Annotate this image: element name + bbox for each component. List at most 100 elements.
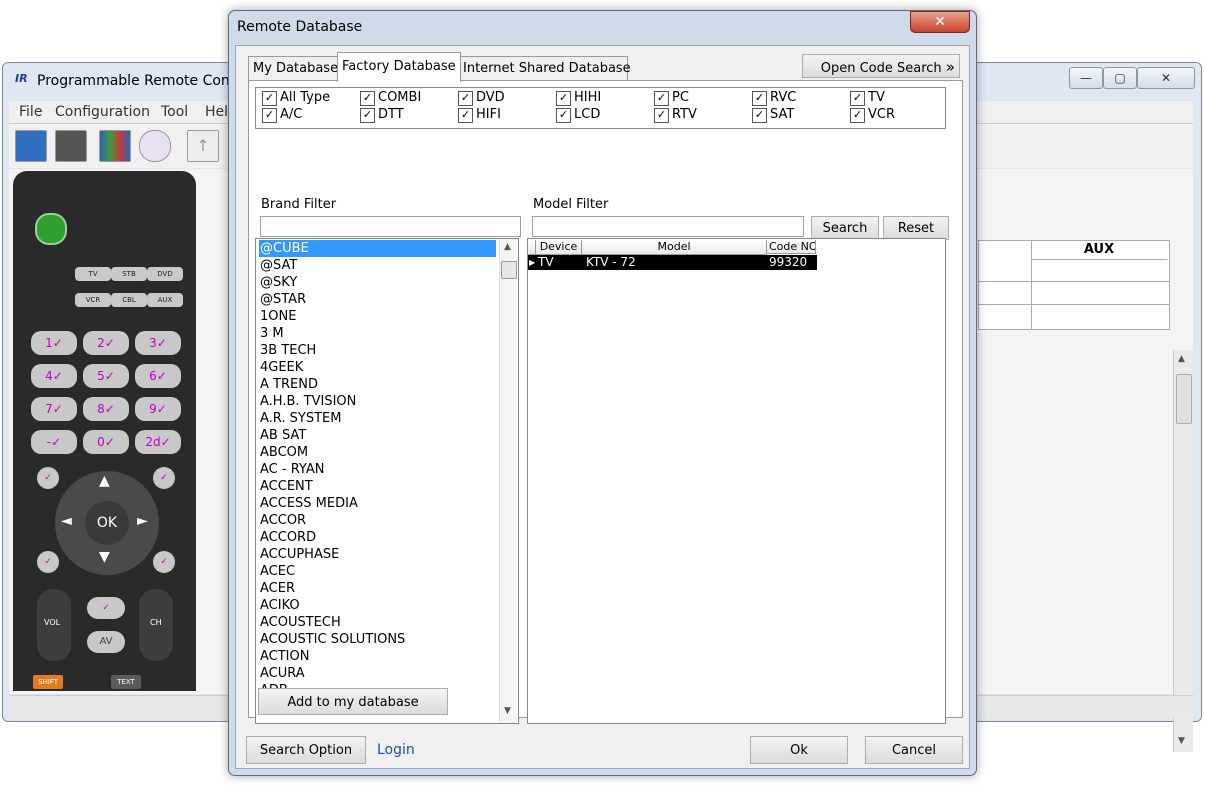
remote-dvd-button[interactable]: DVD [147,267,183,281]
column-header-code[interactable]: Code NO [767,240,816,254]
remote-vcr-button[interactable]: VCR [75,293,111,307]
remote-key-0[interactable]: 0✓ [83,430,129,454]
remote-key-2[interactable]: 2✓ [83,331,129,355]
minimize-button[interactable]: — [1069,67,1103,89]
brand-list-item[interactable]: @SAT [259,257,496,274]
books-icon[interactable] [99,130,131,162]
remote-aux-button[interactable]: AUX [147,293,183,307]
brand-list-item[interactable]: ACEC [259,563,496,580]
remote-round-left-bottom[interactable]: ✓ [37,551,59,573]
remote-key-6[interactable]: 6✓ [135,364,181,388]
remote-key-dash[interactable]: -✓ [31,430,77,454]
brand-list-item[interactable]: ACCOR [259,512,496,529]
scroll-up-icon[interactable]: ▲ [1178,354,1185,364]
brand-list-item[interactable]: @STAR [259,291,496,308]
checkbox-rtv[interactable]: ✓ [654,108,669,123]
checkbox-hifi[interactable]: ✓ [458,108,473,123]
brand-list-item[interactable]: A.H.B. TVISION [259,393,496,410]
cell-device[interactable]: TV [536,255,582,270]
checkbox-dvd[interactable]: ✓ [458,91,473,106]
remote-stb-button[interactable]: STB [111,267,147,281]
cancel-button[interactable]: Cancel [865,736,963,764]
power-icon[interactable] [35,213,67,245]
column-header-device[interactable]: Device [536,240,582,255]
remote-tv-button[interactable]: TV [75,267,111,281]
checkbox-sat[interactable]: ✓ [752,108,767,123]
checkbox-combi[interactable]: ✓ [360,91,375,106]
text-button[interactable]: TEXT [111,675,141,689]
remote-key-3[interactable]: 3✓ [135,331,181,355]
login-link[interactable]: Login [377,742,415,758]
ok-button[interactable]: OK [85,501,129,545]
checkbox-rvc[interactable]: ✓ [752,91,767,106]
scroll-down-icon[interactable]: ▼ [1178,736,1185,746]
brand-list-item[interactable]: ACOUSTECH [259,614,496,631]
remote-key-5[interactable]: 5✓ [83,364,129,388]
scroll-up-icon[interactable]: ▲ [504,242,511,252]
brand-list-item[interactable]: @SKY [259,274,496,291]
menu-help[interactable]: Hel [205,104,228,120]
brand-list-item[interactable]: ACCESS MEDIA [259,495,496,512]
dpad-up-icon[interactable]: ▲ [99,473,110,489]
column-header-model[interactable]: Model [582,240,767,255]
checkbox-vcr[interactable]: ✓ [850,108,865,123]
background-scrollbar[interactable]: ▲ ▼ [1173,350,1193,752]
remote-round-left-top[interactable]: ✓ [37,467,59,489]
cell-model[interactable]: KTV - 72 [582,255,767,270]
brand-list-item[interactable]: ACTION [259,648,496,665]
brand-list-item[interactable]: ACCENT [259,478,496,495]
brand-list-item[interactable]: ACURA [259,665,496,682]
scroll-thumb[interactable] [1176,374,1192,424]
brand-list-item[interactable]: 4GEEK [259,359,496,376]
brand-list-item[interactable]: ACIKO [259,597,496,614]
brand-list-item[interactable]: ACCORD [259,529,496,546]
brand-list-item[interactable]: @CUBE [259,240,496,257]
tab-factory-database[interactable]: Factory Database [337,52,461,82]
scroll-thumb[interactable] [501,261,517,279]
checkbox-all-type[interactable]: ✓ [262,91,277,106]
brand-filter-input[interactable] [260,216,521,237]
brand-list-item[interactable]: A TREND [259,376,496,393]
checkbox-tv[interactable]: ✓ [850,91,865,106]
checkbox-pc[interactable]: ✓ [654,91,669,106]
checkbox-lcd[interactable]: ✓ [556,108,571,123]
maximize-button[interactable]: ▢ [1103,67,1137,89]
close-button[interactable]: ✕ [1137,67,1195,89]
dpad-down-icon[interactable]: ▼ [99,549,110,565]
remote-key-2d[interactable]: 2d✓ [135,430,181,454]
arrow-up-icon[interactable]: ↑ [187,130,219,162]
brand-list-item[interactable]: ABCOM [259,444,496,461]
checkbox-dtt[interactable]: ✓ [360,108,375,123]
tab-my-database[interactable]: My Database [248,56,342,81]
remote-key-8[interactable]: 8✓ [83,397,129,421]
brand-list-item[interactable]: ACOUSTIC SOLUTIONS [259,631,496,648]
menu-file[interactable]: File [19,104,42,120]
reset-button[interactable]: Reset [883,216,949,240]
remote-key-1[interactable]: 1✓ [31,331,77,355]
add-to-my-database-button[interactable]: Add to my database [258,688,448,715]
remote-cbl-button[interactable]: CBL [111,293,147,307]
brand-list-item[interactable]: AC - RYAN [259,461,496,478]
cell-code[interactable]: 99320 [767,255,817,270]
ok-button[interactable]: Ok [750,736,848,764]
upload-icon[interactable] [15,130,47,162]
brand-list-item[interactable]: A.R. SYSTEM [259,410,496,427]
mute-button[interactable]: ✓ [87,597,125,619]
search-icon[interactable] [139,130,171,162]
brand-list-scrollbar[interactable]: ▲ ▼ [499,239,517,723]
dpad-right-icon[interactable]: ► [137,513,148,529]
brand-list-item[interactable]: AB SAT [259,427,496,444]
tab-internet-shared-database[interactable]: Internet Shared Database [458,56,631,81]
brand-list-item[interactable]: 3B TECH [259,342,496,359]
remote-key-7[interactable]: 7✓ [31,397,77,421]
av-button[interactable]: AV [87,631,125,653]
checkbox-a-c[interactable]: ✓ [262,108,277,123]
remote-key-9[interactable]: 9✓ [135,397,181,421]
brand-list-item[interactable]: ACER [259,580,496,597]
search-button[interactable]: Search [811,216,879,240]
scroll-down-icon[interactable]: ▼ [504,706,511,716]
remote-round-right-bottom[interactable]: ✓ [153,551,175,573]
brand-list-item[interactable]: ACCUPHASE [259,546,496,563]
model-grid[interactable]: Device Model Code NO ▶ TV KTV - 72 99320 [527,238,946,724]
chip-icon[interactable] [55,130,87,162]
